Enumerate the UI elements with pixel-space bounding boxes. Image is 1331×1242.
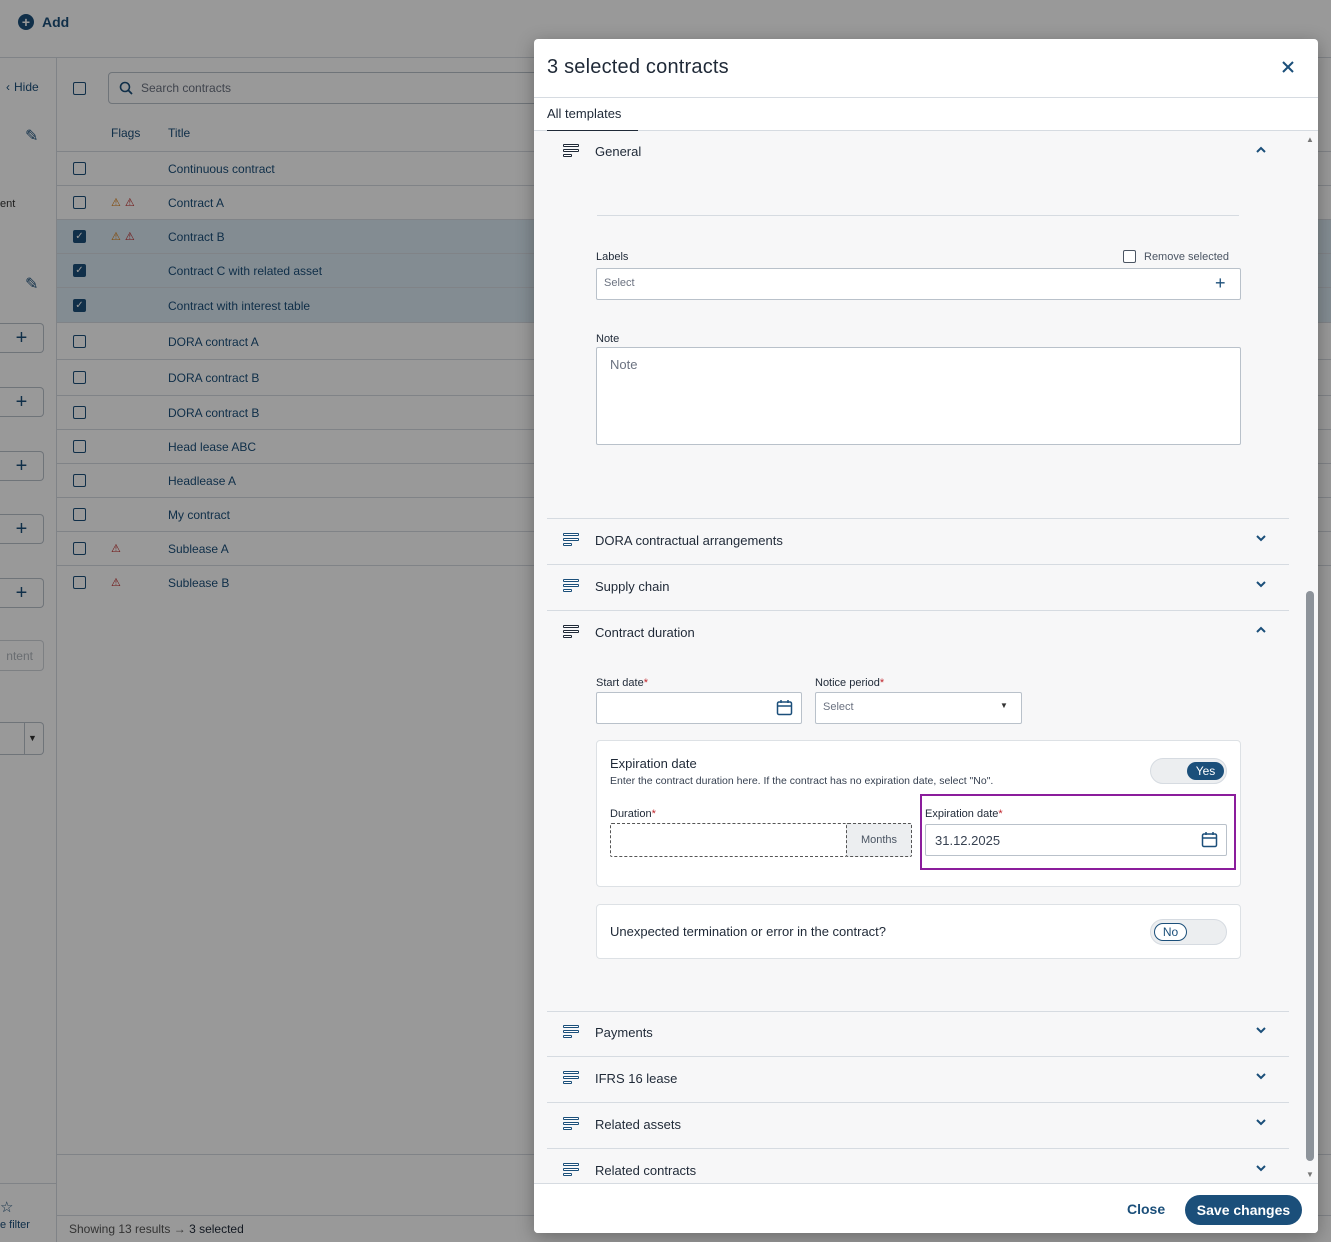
expiration-date-value: 31.12.2025 <box>935 833 1001 848</box>
section-stack-icon <box>563 1071 579 1087</box>
section-stack-icon <box>563 579 579 595</box>
section-assets-header[interactable]: Related assets <box>547 1103 1289 1149</box>
calendar-icon[interactable] <box>776 699 793 719</box>
labels-label: Labels <box>596 251 629 263</box>
section-contracts-title: Related contracts <box>595 1163 697 1178</box>
termination-card: Unexpected termination or error in the c… <box>596 904 1241 959</box>
section-contracts-header[interactable]: Related contracts <box>547 1149 1289 1183</box>
section-stack-icon <box>563 625 579 641</box>
chevron-down-icon <box>1255 1162 1269 1176</box>
expiration-help: Enter the contract duration here. If the… <box>610 775 994 787</box>
notice-period-select[interactable]: Select ▼ <box>815 692 1022 724</box>
labels-placeholder: Select <box>604 277 635 289</box>
expiration-title: Expiration date <box>610 756 697 771</box>
expiration-date-input[interactable]: 31.12.2025 <box>925 824 1227 856</box>
section-dora-header[interactable]: DORA contractual arrangements <box>547 519 1289 565</box>
chevron-up-icon <box>1255 624 1269 638</box>
remove-selected-checkbox[interactable]: Remove selected <box>1123 250 1229 263</box>
calendar-icon[interactable] <box>1201 831 1218 851</box>
chevron-up-icon <box>1255 144 1269 158</box>
notice-period-label: Notice period* <box>815 677 885 689</box>
section-general-header[interactable]: General <box>547 131 1289 177</box>
tab-all-templates[interactable]: All templates <box>547 106 638 132</box>
plus-icon[interactable]: + <box>1215 274 1226 292</box>
expiration-card: Expiration date Enter the contract durat… <box>596 740 1241 887</box>
section-supply-title: Supply chain <box>595 579 670 594</box>
section-stack-icon <box>563 533 579 549</box>
scroll-up-icon[interactable]: ▲ <box>1306 135 1314 144</box>
section-stack-icon <box>563 1117 579 1133</box>
section-ifrs-header[interactable]: IFRS 16 lease <box>547 1057 1289 1103</box>
section-supply-header[interactable]: Supply chain <box>547 565 1289 611</box>
duration-label: Duration* <box>610 808 656 820</box>
modal-tabs: All templates <box>534 97 1318 132</box>
note-label: Note <box>596 333 620 345</box>
remove-selected-label: Remove selected <box>1144 250 1229 263</box>
termination-question: Unexpected termination or error in the c… <box>610 924 887 939</box>
note-placeholder: Note <box>610 357 638 372</box>
section-stack-icon <box>563 144 579 160</box>
modal-title: 3 selected contracts <box>547 56 729 78</box>
chevron-down-icon <box>1255 532 1269 546</box>
note-textarea[interactable]: Note <box>596 347 1241 445</box>
toggle-yes: Yes <box>1187 762 1224 780</box>
section-assets-title: Related assets <box>595 1117 681 1132</box>
close-button[interactable]: Close <box>1127 1201 1165 1217</box>
modal-footer: Close Save changes <box>534 1183 1318 1233</box>
toggle-no: No <box>1154 923 1187 941</box>
labels-select[interactable]: Select + <box>596 268 1241 300</box>
bulk-edit-modal: 3 selected contracts All templates Gener… <box>534 39 1318 1233</box>
chevron-down-icon <box>1255 578 1269 592</box>
chevron-down-icon <box>1255 1116 1269 1130</box>
start-date-label: Start date* <box>596 677 648 689</box>
start-date-input[interactable] <box>596 692 802 724</box>
modal-scrollbar[interactable]: ▲ ▼ <box>1305 131 1315 1183</box>
scroll-down-icon[interactable]: ▼ <box>1306 1170 1314 1179</box>
save-changes-button[interactable]: Save changes <box>1185 1195 1302 1225</box>
notice-placeholder: Select <box>823 701 854 713</box>
caret-down-icon: ▼ <box>1000 701 1008 710</box>
section-duration-header[interactable]: Contract duration <box>547 611 1289 657</box>
section-payments-title: Payments <box>595 1025 653 1040</box>
section-dora-title: DORA contractual arrangements <box>595 533 783 548</box>
section-stack-icon <box>563 1163 579 1179</box>
section-general-title: General <box>595 144 642 159</box>
section-duration-title: Contract duration <box>595 625 695 640</box>
section-payments-header[interactable]: Payments <box>547 1011 1289 1057</box>
chevron-down-icon <box>1255 1070 1269 1084</box>
modal-body: General Labels Remove selected Select + … <box>534 131 1318 1183</box>
expiration-toggle[interactable]: Yes <box>1150 758 1227 784</box>
scrollbar-thumb[interactable] <box>1306 591 1314 1161</box>
section-ifrs-title: IFRS 16 lease <box>595 1071 678 1086</box>
close-icon[interactable] <box>1278 55 1298 79</box>
chevron-down-icon <box>1255 1024 1269 1038</box>
duration-input[interactable] <box>610 823 847 857</box>
termination-toggle[interactable]: No <box>1150 919 1227 945</box>
expiration-date-label: Expiration date* <box>925 808 1003 820</box>
duration-unit: Months <box>846 823 912 857</box>
remove-selected-box[interactable] <box>1123 250 1136 263</box>
section-stack-icon <box>563 1025 579 1041</box>
